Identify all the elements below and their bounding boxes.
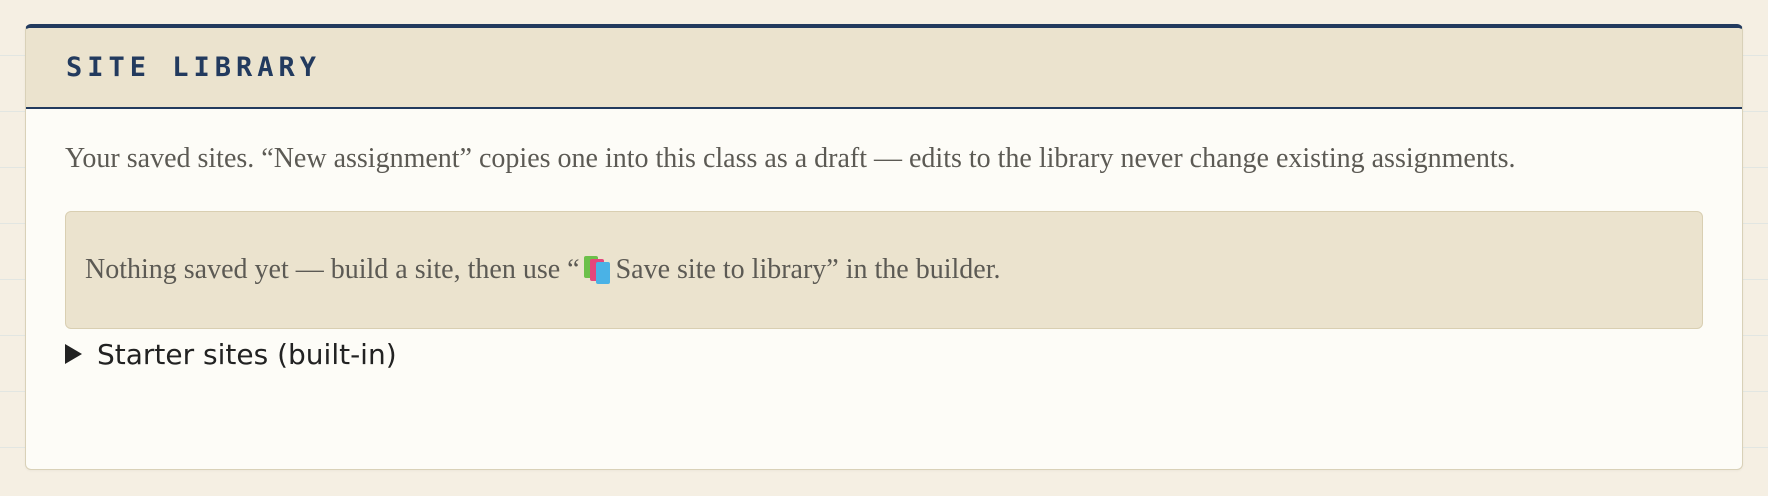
starter-sites-toggle[interactable]: Starter sites (built-in) [65, 333, 1703, 375]
site-library-panel: SITE LIBRARY Your saved sites. “New assi… [25, 24, 1743, 470]
books-icon [582, 256, 612, 284]
panel-body: Your saved sites. “New assignment” copie… [26, 135, 1742, 375]
starter-sites-label: Starter sites (built-in) [97, 337, 397, 371]
disclosure-triangle-icon [65, 344, 82, 364]
empty-state-text-before: Nothing saved yet — build a site, then u… [85, 254, 580, 285]
empty-state-text-after: Save site to library” in the builder. [615, 254, 1001, 285]
empty-state-notice: Nothing saved yet — build a site, then u… [65, 211, 1703, 329]
intro-text: Your saved sites. “New assignment” copie… [65, 143, 1516, 174]
panel-title: SITE LIBRARY [66, 52, 322, 83]
panel-header: SITE LIBRARY [26, 28, 1742, 109]
